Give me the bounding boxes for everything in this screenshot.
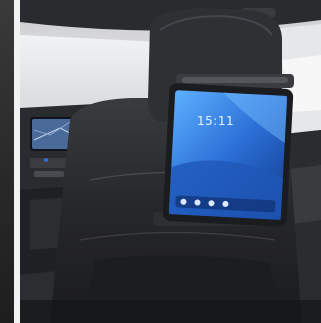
tablet-clock: 15:11: [197, 114, 235, 128]
car-interior-illustration: [20, 0, 321, 323]
tablet-device: [162, 83, 294, 227]
adjacent-photo-strip: [0, 0, 14, 323]
photo-scene: 15:11: [0, 0, 321, 323]
car-interior-photo: 15:11: [20, 0, 321, 323]
